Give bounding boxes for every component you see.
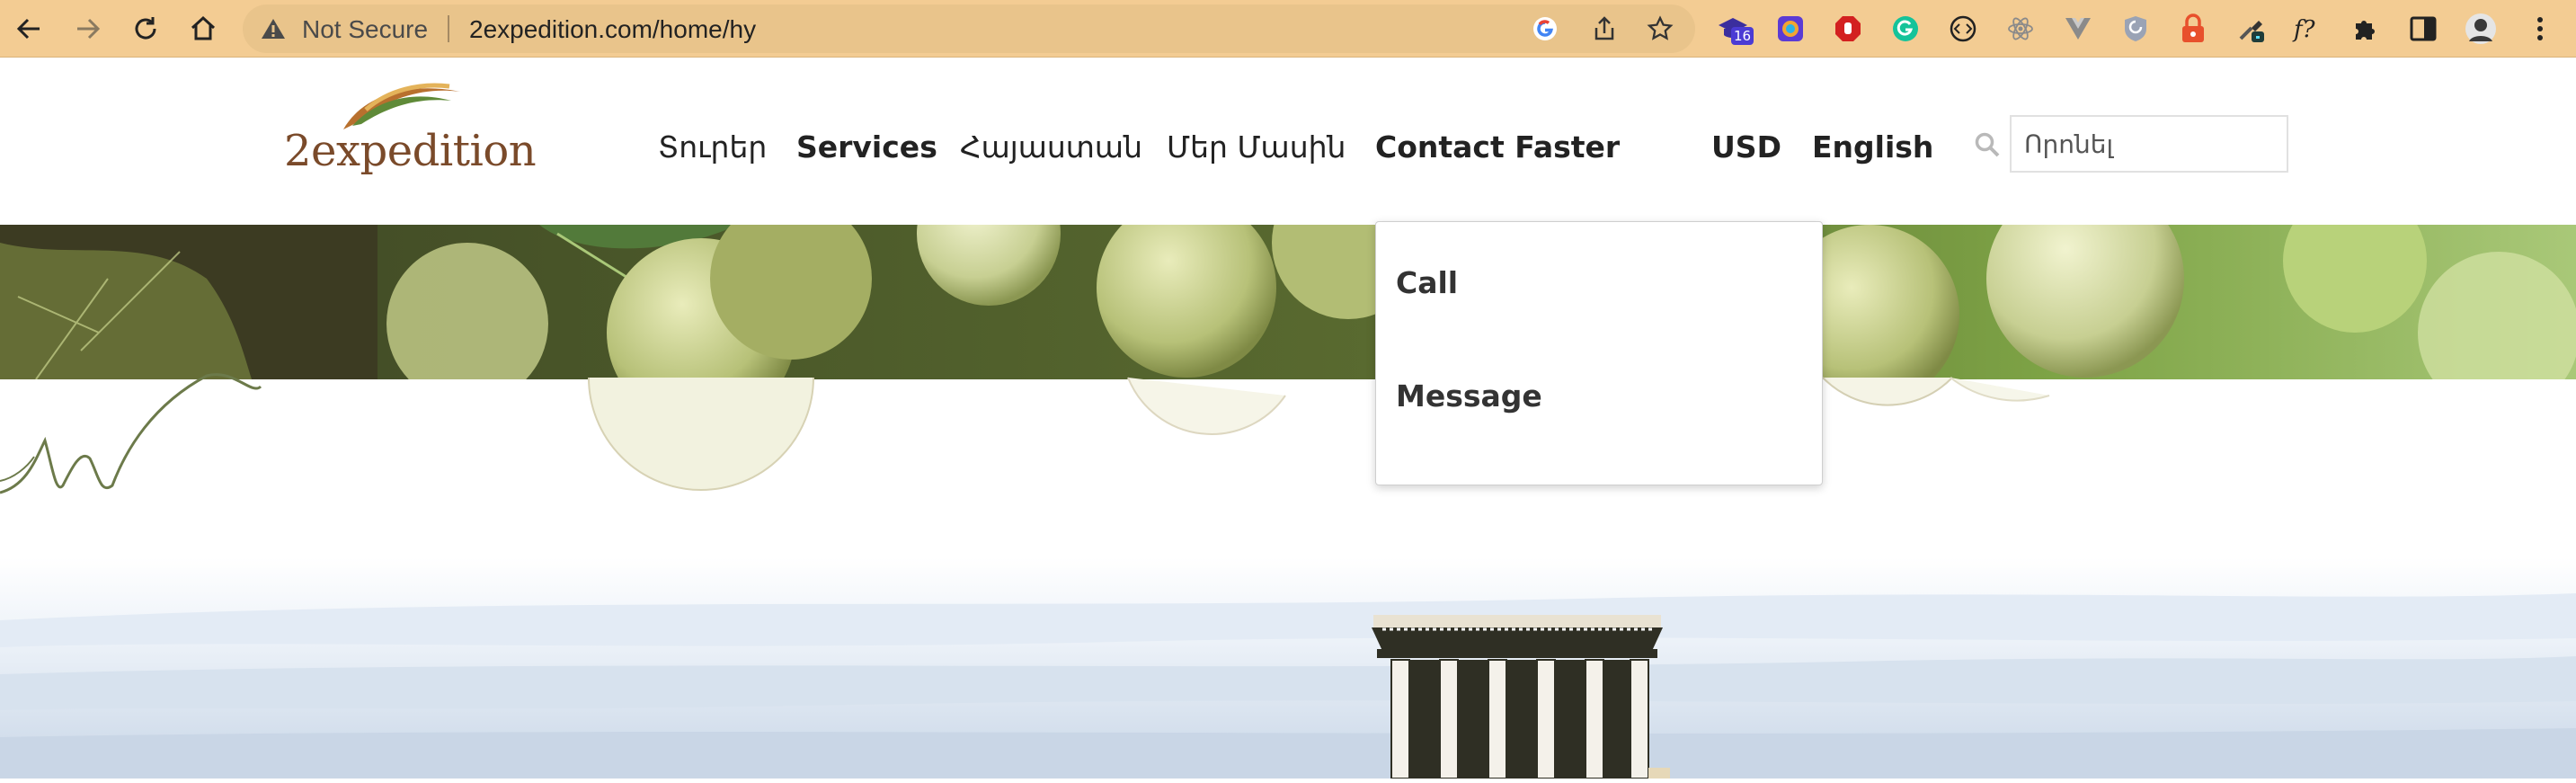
reload-button[interactable]: [126, 9, 165, 49]
graduation-cap-icon[interactable]: 16: [1715, 11, 1754, 47]
nav-tours[interactable]: Տուրեր: [658, 129, 767, 165]
nav-services[interactable]: Services: [796, 129, 937, 165]
arrow-right-icon: [77, 18, 101, 40]
adblock-icon[interactable]: [1830, 11, 1866, 47]
react-icon[interactable]: [2003, 11, 2039, 47]
search-input[interactable]: [2010, 115, 2288, 173]
address-bar[interactable]: Not Secure 2expedition.com/home/hy: [243, 4, 1695, 53]
vue-icon[interactable]: [2060, 11, 2096, 47]
svg-text:f?: f?: [2292, 16, 2316, 43]
nav-armenia[interactable]: Հայաստան: [960, 129, 1142, 165]
logo-swoosh-icon: [343, 83, 460, 129]
forward-button[interactable]: [68, 9, 108, 49]
back-button[interactable]: [9, 9, 49, 49]
extension-badge: 16: [1731, 27, 1754, 45]
warning-icon: [261, 17, 286, 45]
language-selector[interactable]: English: [1812, 129, 1933, 165]
color-picker-icon[interactable]: [1772, 11, 1808, 47]
arrow-left-icon: [16, 18, 40, 40]
puzzle-icon[interactable]: [2348, 11, 2384, 47]
google-icon[interactable]: [1530, 13, 1560, 44]
site-logo[interactable]: 2expedition: [280, 70, 537, 187]
reload-icon: [135, 17, 156, 40]
lock-icon[interactable]: [2175, 11, 2211, 47]
currency-selector[interactable]: USD: [1711, 129, 1781, 165]
browser-toolbar: Not Secure 2expedition.com/home/hy 16 f?: [0, 0, 2576, 58]
share-icon[interactable]: [1589, 13, 1620, 44]
search-icon: [1974, 131, 2001, 163]
site-header: 2expedition Տուրեր Services Հայաստան Մեր…: [0, 58, 2576, 225]
grammarly-icon[interactable]: [1888, 11, 1923, 47]
eyedropper-icon[interactable]: [2233, 11, 2269, 47]
sidebar-icon[interactable]: [2405, 11, 2441, 47]
nav-about-us[interactable]: Մեր Մասին: [1167, 129, 1346, 165]
security-label[interactable]: Not Secure: [302, 15, 428, 44]
menu-dots-icon[interactable]: [2522, 11, 2558, 47]
landscape-image: [0, 557, 2576, 779]
function-icon[interactable]: f?: [2290, 11, 2326, 47]
shield-icon[interactable]: [2118, 11, 2154, 47]
contact-faster-dropdown: Call Message: [1375, 221, 1823, 485]
dropdown-item-message[interactable]: Message: [1396, 378, 1542, 414]
temple-illustration: [1364, 606, 1670, 779]
home-button[interactable]: [183, 9, 223, 49]
bookmark-star-icon[interactable]: [1645, 13, 1675, 44]
code-icon[interactable]: [1945, 11, 1981, 47]
avatar[interactable]: [2463, 11, 2499, 47]
url-text[interactable]: 2expedition.com/home/hy: [469, 15, 756, 44]
dropdown-item-call[interactable]: Call: [1396, 265, 1458, 300]
banner-decoration: [0, 225, 2576, 530]
home-icon: [191, 15, 216, 40]
logo-text: 2expedition: [284, 126, 537, 176]
nav-contact-faster[interactable]: Contact Faster: [1375, 129, 1620, 165]
divider: [448, 15, 449, 42]
